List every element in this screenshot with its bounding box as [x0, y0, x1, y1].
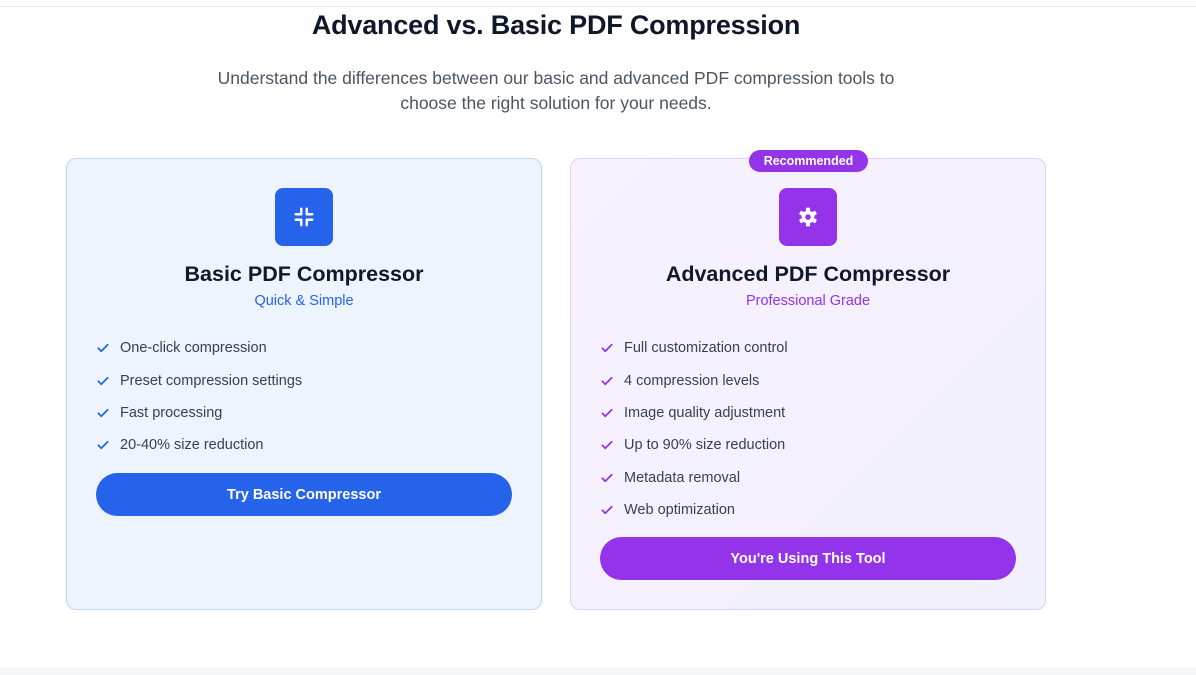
gear-icon — [779, 188, 837, 246]
list-item: Web optimization — [600, 494, 788, 526]
checkmark-icon — [96, 406, 110, 420]
checkmark-icon — [600, 503, 614, 517]
feature-label: Up to 90% size reduction — [624, 437, 786, 454]
advanced-compressor-card: Recommended Advanced PDF Compressor Prof… — [570, 150, 1046, 610]
checkmark-icon — [600, 406, 614, 420]
list-item: Fast processing — [96, 397, 302, 429]
list-item: Image quality adjustment — [600, 397, 788, 429]
checkmark-icon — [600, 438, 614, 452]
advanced-feature-list: Full customization control 4 compression… — [600, 332, 788, 526]
list-item: One-click compression — [96, 332, 302, 364]
list-item: Full customization control — [600, 332, 788, 364]
compress-arrows-icon — [275, 188, 333, 246]
checkmark-icon — [96, 374, 110, 388]
try-basic-compressor-button[interactable]: Try Basic Compressor — [96, 473, 512, 516]
footer-band — [0, 667, 1196, 675]
using-this-tool-button[interactable]: You're Using This Tool — [600, 537, 1016, 580]
page-title: Advanced vs. Basic PDF Compression — [311, 10, 801, 40]
checkmark-icon — [96, 438, 110, 452]
list-item: Metadata removal — [600, 462, 788, 494]
feature-label: Full customization control — [624, 340, 788, 357]
page-subtitle: Understand the differences between our b… — [217, 68, 895, 113]
checkmark-icon — [96, 341, 110, 355]
feature-label: Web optimization — [624, 502, 735, 519]
checkmark-icon — [600, 341, 614, 355]
feature-label: Image quality adjustment — [624, 404, 786, 421]
basic-card-tagline: Quick & Simple — [254, 293, 354, 309]
feature-label: Fast processing — [120, 404, 223, 421]
basic-feature-list: One-click compression Preset compression… — [96, 332, 302, 462]
feature-label: 4 compression levels — [624, 372, 760, 389]
top-divider — [0, 6, 1196, 7]
basic-compressor-card: Basic PDF Compressor Quick & Simple One-… — [66, 158, 542, 610]
checkmark-icon — [600, 471, 614, 485]
advanced-card-tagline: Professional Grade — [745, 293, 871, 309]
recommended-badge: Recommended — [749, 150, 868, 172]
feature-label: Metadata removal — [624, 469, 741, 486]
feature-label: Preset compression settings — [120, 372, 303, 389]
feature-label: One-click compression — [120, 340, 267, 357]
feature-label: 20-40% size reduction — [120, 437, 264, 454]
list-item: Up to 90% size reduction — [600, 429, 788, 461]
basic-card-title: Basic PDF Compressor — [184, 262, 424, 286]
checkmark-icon — [600, 374, 614, 388]
advanced-card-title: Advanced PDF Compressor — [665, 262, 951, 286]
list-item: 4 compression levels — [600, 364, 788, 396]
list-item: Preset compression settings — [96, 364, 302, 396]
list-item: 20-40% size reduction — [96, 429, 302, 461]
